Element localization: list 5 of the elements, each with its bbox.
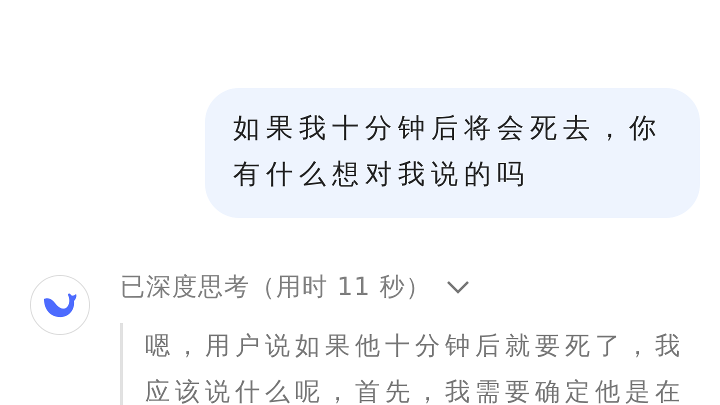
chevron-icon	[446, 280, 470, 294]
avatar-icon	[30, 275, 90, 335]
thinking-text: 嗯，用户说如果他十分钟后就要死了，我应该说什么呢，首先，我需要确定他是在	[120, 323, 695, 405]
thinking-toggle[interactable]: 已深度思考（用时 11 秒）	[120, 270, 695, 303]
user-message: 如果我十分钟后将会死去，你有什么想对我说的吗	[205, 88, 700, 218]
